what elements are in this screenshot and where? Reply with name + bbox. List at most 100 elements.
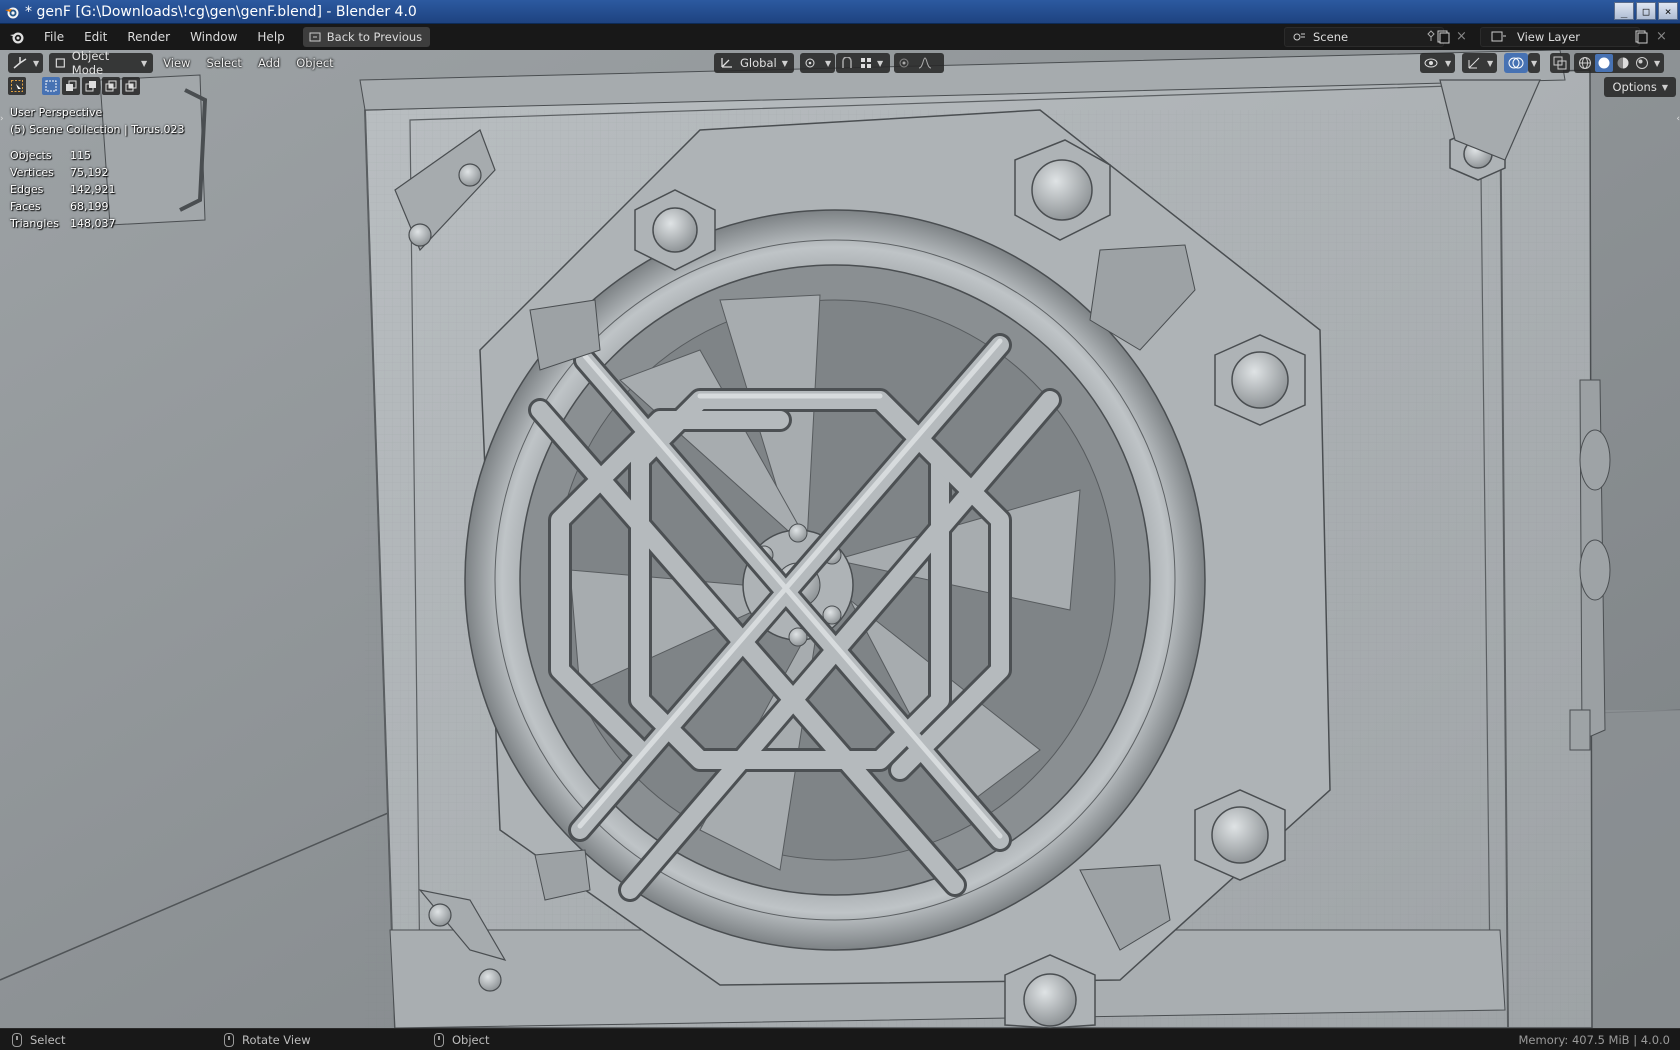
status-select: Select	[12, 1032, 66, 1047]
blender-menu-button[interactable]	[0, 29, 34, 45]
new-view-layer-icon[interactable]	[1634, 30, 1648, 47]
new-scene-icon[interactable]	[1436, 30, 1450, 47]
snap-icon	[842, 57, 852, 68]
visibility-dropdown[interactable]: ▼	[1420, 53, 1456, 73]
transform-orientation-dropdown[interactable]: Global ▼	[714, 53, 794, 73]
stat-row: Objects 115	[10, 147, 116, 164]
stat-row: Edges 142,921	[10, 181, 116, 198]
pivot-point-dropdown[interactable]: ▼	[800, 53, 836, 73]
overlay-icon	[1508, 57, 1524, 69]
options-label: Options	[1612, 80, 1657, 94]
select-mode-intersect[interactable]	[122, 77, 140, 95]
stat-label: Edges	[10, 183, 44, 196]
falloff-icon	[918, 57, 932, 69]
gizmo-toggle[interactable]: ▼	[1462, 53, 1498, 73]
viewport-menu-view[interactable]: View	[155, 56, 198, 70]
view-layer-name: View Layer	[1517, 30, 1581, 44]
solid-shading-button[interactable]	[1595, 54, 1613, 72]
proportional-icon	[899, 58, 909, 68]
view-layer-selector[interactable]: View Layer	[1480, 27, 1640, 47]
status-select-label: Select	[30, 1032, 66, 1047]
xray-icon	[1553, 56, 1567, 70]
overlay-toggle[interactable]	[1504, 53, 1528, 73]
collection-label: (5) Scene Collection | Torus.023	[10, 123, 185, 136]
stat-label: Objects	[10, 149, 52, 162]
blender-logo-icon	[5, 7, 19, 18]
select-mode-new[interactable]	[42, 77, 60, 95]
perspective-label: User Perspective	[10, 106, 103, 119]
snap-controls[interactable]: ▼	[836, 53, 890, 73]
close-button[interactable]: ×	[1658, 2, 1678, 20]
editor-type-button[interactable]: ▼	[8, 53, 44, 73]
chevron-down-icon: ▼	[1661, 82, 1668, 92]
select-new-icon	[45, 80, 57, 92]
maximize-button[interactable]: □	[1636, 2, 1656, 20]
chevron-down-icon: ▼	[141, 58, 148, 68]
status-object-label: Object	[452, 1032, 490, 1047]
object-mode-dropdown[interactable]: Object Mode ▼	[49, 50, 154, 77]
stat-row: Faces 68,199	[10, 198, 116, 215]
viewport-header: ▼ Object Mode ▼ View Select Add Object G…	[0, 50, 1680, 77]
blender-logo-icon	[10, 32, 24, 44]
viewport-menu-add[interactable]: Add	[250, 56, 288, 70]
menu-file[interactable]: File	[34, 24, 74, 50]
status-bar: Select Rotate View Object Memory: 407.5 …	[0, 1028, 1680, 1050]
delete-scene-icon[interactable]: ×	[1456, 29, 1467, 44]
select-mode-difference[interactable]	[102, 77, 120, 95]
overlay-dropdown[interactable]: ▼	[1528, 53, 1541, 73]
scene-selector[interactable]: Scene	[1284, 27, 1444, 47]
back-to-previous-button[interactable]: Back to Previous	[302, 27, 431, 47]
stat-value: 142,921	[70, 183, 116, 196]
select-extend-icon	[66, 80, 77, 91]
solid-shading-icon	[1598, 57, 1610, 69]
chevron-down-icon: ▼	[1487, 58, 1494, 68]
back-to-previous-label: Back to Previous	[326, 30, 423, 44]
rendered-shading-button[interactable]	[1633, 54, 1651, 72]
object-mode-label: Object Mode	[71, 50, 110, 77]
scene-icon	[1285, 31, 1313, 43]
select-box-icon	[11, 80, 23, 92]
chevron-down-icon: ▼	[825, 58, 832, 68]
shading-mode-buttons: ▼	[1574, 53, 1665, 73]
stat-value: 148,037	[70, 217, 116, 230]
proportional-editing-controls[interactable]	[894, 53, 944, 73]
visibility-icon	[1424, 58, 1438, 68]
scene-name: Scene	[1313, 30, 1349, 44]
viewport-menu-select[interactable]: Select	[198, 56, 249, 70]
menu-render[interactable]: Render	[117, 24, 180, 50]
status-rotate: Rotate View	[224, 1032, 311, 1047]
stat-value: 115	[70, 149, 91, 162]
chevron-down-icon: ▼	[781, 58, 788, 68]
wireframe-shading-button[interactable]	[1576, 54, 1594, 72]
material-shading-icon	[1617, 57, 1629, 69]
view-layer-icon	[1481, 31, 1517, 43]
pivot-icon	[805, 58, 815, 68]
menu-window[interactable]: Window	[180, 24, 247, 50]
select-mode-subtract[interactable]	[82, 77, 100, 95]
tool-select-box[interactable]	[8, 77, 26, 95]
chevron-down-icon: ▼	[1531, 58, 1538, 68]
sidebar-expand-arrow[interactable]: ‹	[1676, 114, 1680, 124]
xray-toggle[interactable]	[1550, 53, 1570, 73]
menu-edit[interactable]: Edit	[74, 24, 117, 50]
stat-value: 75,192	[70, 166, 109, 179]
snap-increment-icon	[861, 58, 871, 68]
mouse-middle-icon	[224, 1032, 234, 1047]
stat-label: Vertices	[10, 166, 54, 179]
3d-viewport[interactable]: ▼ Object Mode ▼ View Select Add Object G…	[0, 50, 1680, 1028]
chevron-down-icon: ▼	[1654, 58, 1661, 68]
select-intersect-icon	[125, 80, 137, 92]
options-dropdown[interactable]: Options ▼	[1604, 77, 1676, 97]
viewport-render[interactable]	[0, 50, 1680, 1028]
memory-info: Memory: 407.5 MiB | 4.0.0	[1518, 1032, 1671, 1047]
menu-help[interactable]: Help	[247, 24, 294, 50]
toolbar-expand-arrow[interactable]: ›	[0, 114, 4, 124]
viewport-menu-object[interactable]: Object	[288, 56, 341, 70]
minimize-button[interactable]: _	[1614, 2, 1634, 20]
window-title: * genF [G:\Downloads\!cg\gen\genF.blend]…	[25, 3, 417, 20]
gizmo-icon	[1468, 57, 1480, 69]
delete-view-layer-icon[interactable]: ×	[1656, 29, 1667, 44]
select-mode-extend[interactable]	[62, 77, 80, 95]
viewport-info: User Perspective (5) Scene Collection | …	[10, 104, 185, 138]
material-shading-button[interactable]	[1614, 54, 1632, 72]
